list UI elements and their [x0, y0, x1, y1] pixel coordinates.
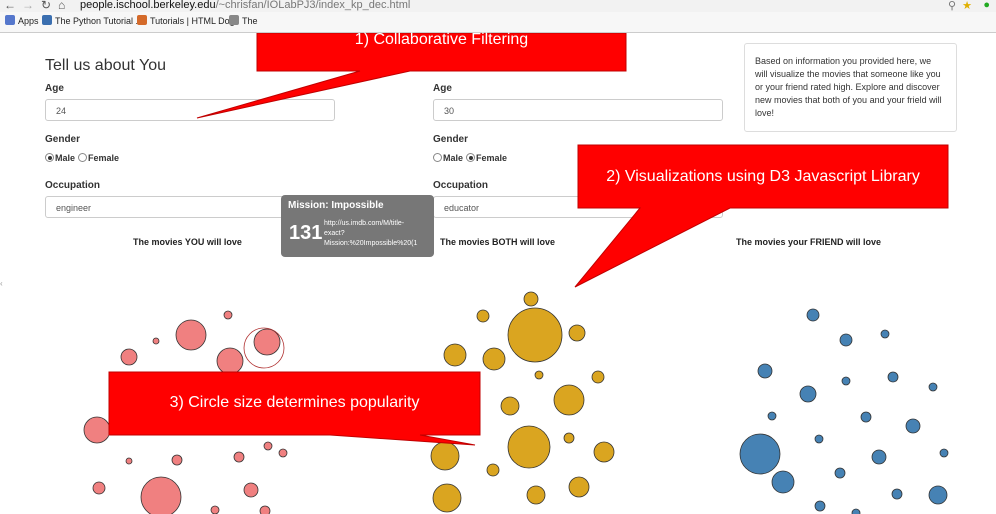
- movie-bubble[interactable]: [799, 385, 817, 403]
- movie-bubble[interactable]: [593, 441, 615, 463]
- movie-bubble[interactable]: [443, 343, 467, 367]
- movie-bubble[interactable]: [814, 434, 824, 444]
- address-bar[interactable]: people.ischool.berkeley.edu/~chrisfan/IO…: [80, 0, 410, 11]
- movie-bubble[interactable]: [210, 505, 220, 514]
- movie-bubble[interactable]: [806, 308, 820, 322]
- movie-bubble[interactable]: [851, 508, 861, 514]
- bookmark-label: The: [242, 16, 258, 26]
- reload-icon[interactable]: ↻: [41, 0, 51, 12]
- movie-bubble[interactable]: [83, 416, 111, 444]
- home-icon[interactable]: ⌂: [58, 0, 65, 12]
- tooltip-url-line: http://us.imdb.com/M/title-: [324, 220, 405, 227]
- movie-bubble[interactable]: [233, 451, 245, 463]
- tooltip-count: 131: [289, 222, 323, 244]
- movie-bubble[interactable]: [928, 485, 948, 505]
- movie-bubble[interactable]: [476, 309, 490, 323]
- movie-bubble[interactable]: [507, 425, 551, 469]
- movie-bubble[interactable]: [523, 291, 539, 307]
- bookmark-apps[interactable]: Apps: [5, 15, 39, 26]
- movie-bubble[interactable]: [430, 441, 460, 471]
- python-icon: [42, 15, 52, 25]
- tooltip-title: Mission: Impossible: [288, 200, 384, 211]
- movie-bubble[interactable]: [500, 396, 520, 416]
- bookmark-icon: [229, 15, 239, 25]
- movie-bubble[interactable]: [568, 324, 586, 342]
- movie-bubble[interactable]: [553, 384, 585, 416]
- movie-bubble[interactable]: [771, 470, 795, 494]
- movie-bubble[interactable]: [563, 432, 575, 444]
- movie-bubble[interactable]: [834, 467, 846, 479]
- movie-bubble[interactable]: [278, 448, 288, 458]
- extension-icon[interactable]: ●: [983, 0, 990, 11]
- movie-tooltip: Mission: Impossible 131 http://us.imdb.c…: [281, 195, 434, 257]
- movie-bubble[interactable]: [591, 370, 605, 384]
- movie-bubble[interactable]: [152, 337, 160, 345]
- bookmark-label: The Python Tutorial ...: [55, 16, 144, 26]
- url-path: /~chrisfan/IOLabPJ3/index_kp_dec.html: [215, 0, 411, 11]
- movie-bubble[interactable]: [482, 347, 506, 371]
- forward-arrow-icon[interactable]: →: [22, 0, 34, 12]
- callout-1-text: 1) Collaborative Filtering: [354, 31, 529, 48]
- movie-bubble[interactable]: [568, 476, 590, 498]
- movie-bubble[interactable]: [905, 418, 921, 434]
- movie-bubble[interactable]: [839, 333, 853, 347]
- bookmark-label: Tutorials | HTML Dog: [150, 16, 235, 26]
- tooltip-url-line: exact?: [324, 230, 345, 237]
- bookmarks-bar: Apps The Python Tutorial ... Tutorials |…: [0, 12, 996, 33]
- callout-2-shape: [574, 144, 949, 288]
- movie-bubble[interactable]: [175, 319, 207, 351]
- movie-bubble[interactable]: [871, 449, 887, 465]
- zoom-icon[interactable]: ⚲: [948, 0, 956, 12]
- movie-bubble[interactable]: [259, 505, 271, 514]
- movie-bubble[interactable]: [120, 348, 138, 366]
- movie-bubble[interactable]: [939, 448, 949, 458]
- htmldog-icon: [137, 15, 147, 25]
- movie-bubble[interactable]: [243, 482, 259, 498]
- movie-bubble[interactable]: [928, 382, 938, 392]
- movie-bubble[interactable]: [263, 441, 273, 451]
- movie-bubble[interactable]: [767, 411, 777, 421]
- tooltip-url-line: Mission:%20Impossible%20(1: [324, 240, 418, 247]
- movie-bubble[interactable]: [814, 500, 826, 512]
- apps-grid-icon: [5, 15, 15, 25]
- bookmark-the[interactable]: The: [229, 15, 258, 26]
- bookmark-htmldog[interactable]: Tutorials | HTML Dog: [137, 15, 235, 26]
- bookmark-label: Apps: [18, 16, 39, 26]
- movie-bubble[interactable]: [253, 328, 281, 356]
- callout-2-text: 2) Visualizations using D3 Javascript Li…: [606, 168, 920, 185]
- movie-bubble[interactable]: [486, 463, 500, 477]
- tooltip-url: http://us.imdb.com/M/title- exact? Missi…: [324, 219, 434, 249]
- movie-bubble[interactable]: [880, 329, 890, 339]
- movie-bubble[interactable]: [171, 454, 183, 466]
- star-icon[interactable]: ★: [962, 0, 972, 12]
- movie-bubble[interactable]: [739, 433, 781, 475]
- bookmark-python-tutorial[interactable]: The Python Tutorial ...: [42, 15, 143, 26]
- movie-bubble[interactable]: [757, 363, 773, 379]
- callout-3-text: 3) Circle size determines popularity: [169, 394, 420, 411]
- movie-bubble[interactable]: [432, 483, 462, 513]
- movie-bubble[interactable]: [507, 307, 563, 363]
- url-host: people.ischool.berkeley.edu: [80, 0, 216, 11]
- movie-bubble[interactable]: [534, 370, 544, 380]
- back-arrow-icon[interactable]: ←: [4, 0, 16, 12]
- movie-bubble[interactable]: [887, 371, 899, 383]
- movie-bubble[interactable]: [841, 376, 851, 386]
- movie-bubble[interactable]: [860, 411, 872, 423]
- movie-bubble[interactable]: [223, 310, 233, 320]
- movie-bubble[interactable]: [140, 476, 182, 514]
- bubble-visualization: [83, 33, 949, 514]
- movie-bubble[interactable]: [125, 457, 133, 465]
- browser-toolbar: ← → ↻ ⌂ people.ischool.berkeley.edu/~chr…: [0, 0, 996, 12]
- movie-bubble[interactable]: [891, 488, 903, 500]
- movie-bubble[interactable]: [216, 347, 244, 375]
- friend-bubbles: [739, 308, 949, 514]
- movie-bubble[interactable]: [92, 481, 106, 495]
- movie-bubble[interactable]: [526, 485, 546, 505]
